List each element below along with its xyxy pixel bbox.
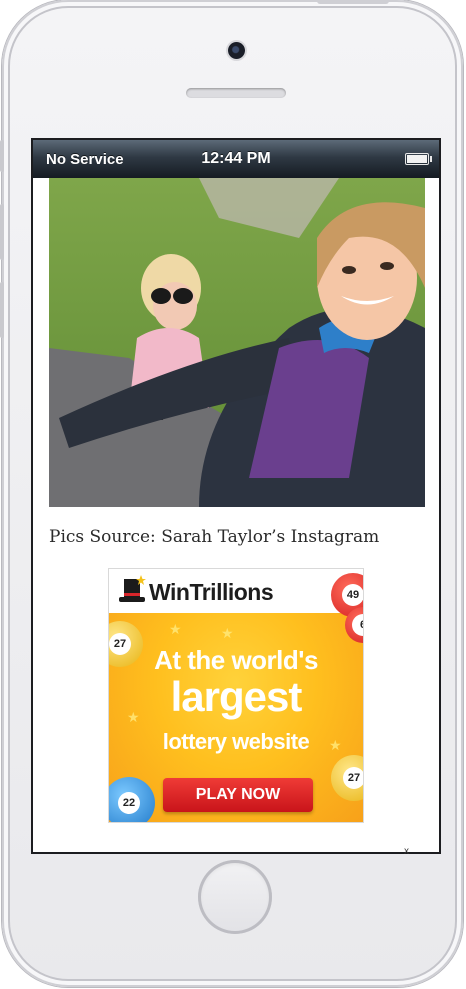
top-hat-icon	[119, 575, 146, 602]
ad-close-icon[interactable]: x	[404, 846, 409, 857]
home-button[interactable]	[198, 860, 272, 934]
volume-down-button	[0, 282, 4, 338]
volume-up-button	[0, 204, 4, 260]
lottery-ball: 22	[109, 777, 155, 822]
star-decoration: ★	[221, 625, 234, 641]
lottery-ball-number: 27	[343, 767, 363, 789]
status-bar: No Service 12:44 PM	[33, 140, 439, 178]
lottery-ball: 27	[331, 755, 363, 801]
ad-brand-name: WinTrillions	[149, 579, 274, 605]
earpiece-speaker	[186, 88, 286, 98]
phone-screen: No Service 12:44 PM Pics Source: Sarah T…	[33, 140, 439, 852]
photo-illustration	[49, 178, 425, 507]
lottery-ad-banner[interactable]: WinTrillions ★ ★ ★ ★ 49 6 27 22 27 At th…	[109, 569, 363, 822]
status-time: 12:44 PM	[201, 150, 271, 167]
mute-switch	[0, 140, 4, 172]
front-camera	[228, 42, 245, 59]
play-now-button[interactable]: PLAY NOW	[163, 778, 313, 812]
photo-caption: Pics Source: Sarah Taylor’s Instagram	[49, 527, 380, 547]
lottery-ball-number: 49	[342, 584, 363, 606]
lottery-ball-number: 22	[118, 792, 140, 814]
phone-frame: No Service 12:44 PM Pics Source: Sarah T…	[0, 0, 463, 987]
ad-headline-line1: At the world's	[154, 645, 318, 675]
article-photo	[49, 178, 425, 507]
ad-header: WinTrillions	[109, 569, 363, 613]
ad-headline-line2: largest	[170, 673, 303, 720]
power-button	[317, 0, 389, 4]
battery-icon	[405, 153, 432, 165]
ad-headline-line3: lottery website	[162, 729, 310, 754]
star-decoration: ★	[169, 621, 182, 637]
lottery-ball-number: 6	[352, 614, 363, 636]
